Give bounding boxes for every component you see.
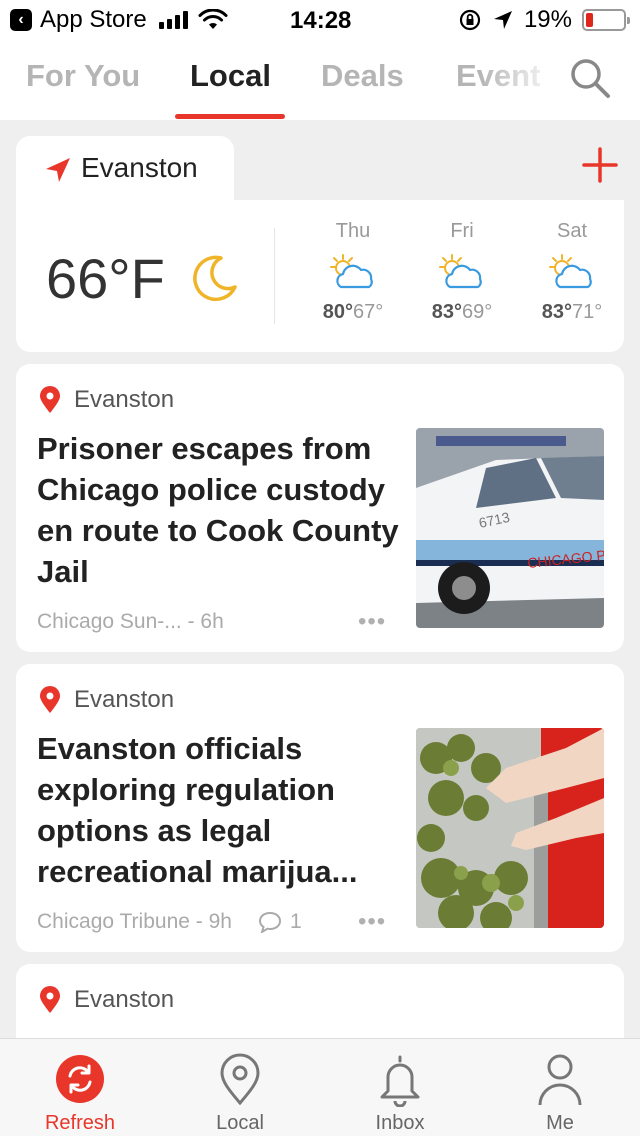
comment-icon[interactable]	[258, 911, 282, 933]
current-temperature: 66°F	[46, 247, 165, 310]
add-location-icon[interactable]	[580, 145, 620, 185]
location-pin-icon	[40, 986, 60, 1013]
nav-refresh[interactable]: Refresh	[0, 1039, 160, 1136]
partly-sunny-icon	[549, 254, 592, 289]
battery-percent: 19%	[523, 6, 572, 33]
forecast-day: Fri 83°69°	[412, 220, 512, 324]
news-card[interactable]: Evanston Prisoner escapes from Chicago p…	[16, 364, 624, 652]
comment-count[interactable]: 1	[290, 910, 302, 934]
status-bar: ‹ App Store 14:28 19%	[0, 0, 640, 40]
search-icon[interactable]	[566, 54, 614, 102]
news-meta: Chicago Tribune - 9h 1	[37, 910, 302, 934]
news-headline[interactable]: Prisoner escapes from Chicago police cus…	[37, 428, 407, 592]
battery-icon	[582, 9, 630, 31]
partly-sunny-icon	[330, 254, 373, 289]
news-source: Chicago Sun-... - 6h	[37, 610, 224, 633]
news-meta: Chicago Sun-... - 6h	[37, 610, 224, 634]
police-car-photo[interactable]: CHICAGO PO 6713	[416, 428, 604, 628]
nav-label: Inbox	[375, 1112, 425, 1134]
person-icon	[538, 1054, 582, 1106]
tab-for-you[interactable]: For You	[26, 58, 140, 94]
tab-deals[interactable]: Deals	[321, 58, 404, 94]
nav-label: Local	[216, 1112, 264, 1134]
marijuana-photo[interactable]	[416, 728, 604, 928]
signal-icon	[158, 11, 188, 29]
back-app-label[interactable]: App Store	[40, 6, 147, 34]
news-headline[interactable]: Evanston officials exploring regulation …	[37, 728, 407, 892]
location-pin-icon	[220, 1053, 260, 1106]
nav-label: Refresh	[44, 1112, 116, 1134]
refresh-icon	[56, 1055, 104, 1103]
location-arrow-icon	[46, 158, 70, 182]
back-chevron-icon[interactable]: ‹	[10, 9, 32, 31]
forecast-day: Thu 80°67°	[303, 220, 403, 324]
news-location: Evanston	[74, 686, 175, 713]
forecast-high: 83°	[431, 301, 462, 323]
forecast-low: 69°	[462, 301, 493, 323]
news-location: Evanston	[74, 386, 175, 413]
rotation-lock-icon	[459, 9, 481, 31]
wifi-icon	[198, 9, 228, 29]
forecast-low: 67°	[353, 301, 384, 323]
nav-local[interactable]: Local	[160, 1039, 320, 1136]
location-pin-icon	[40, 386, 60, 413]
forecast-day-label: Thu	[335, 220, 371, 242]
active-tab-indicator	[175, 114, 285, 119]
forecast-high: 80°	[322, 301, 353, 323]
news-source: Chicago Tribune - 9h	[37, 910, 232, 933]
location-pin-icon	[40, 686, 60, 713]
forecast-low: 71°	[572, 301, 603, 323]
location-arrow-icon	[493, 11, 512, 29]
bottom-navigation: Refresh Local Inbox Me	[0, 1038, 640, 1136]
bell-icon	[380, 1055, 420, 1107]
category-tabs: For You Local Deals Event	[0, 40, 640, 120]
nav-inbox[interactable]: Inbox	[320, 1039, 480, 1136]
more-options-icon[interactable]: •••	[358, 608, 386, 636]
status-time: 14:28	[290, 7, 352, 34]
forecast-day-label: Sat	[556, 220, 588, 242]
moon-icon	[193, 255, 237, 302]
weather-location[interactable]: Evanston	[81, 152, 198, 184]
news-location: Evanston	[74, 986, 175, 1013]
forecast-high: 83°	[541, 301, 572, 323]
partly-sunny-icon	[439, 254, 482, 289]
forecast-day: Sat 83°71°	[522, 220, 622, 324]
forecast-day-label: Fri	[450, 220, 474, 242]
nav-me[interactable]: Me	[480, 1039, 640, 1136]
more-options-icon[interactable]: •••	[358, 908, 386, 936]
nav-label: Me	[546, 1112, 574, 1134]
news-card[interactable]: Evanston Evanston officials exploring re…	[16, 664, 624, 952]
tab-local[interactable]: Local	[190, 58, 271, 94]
